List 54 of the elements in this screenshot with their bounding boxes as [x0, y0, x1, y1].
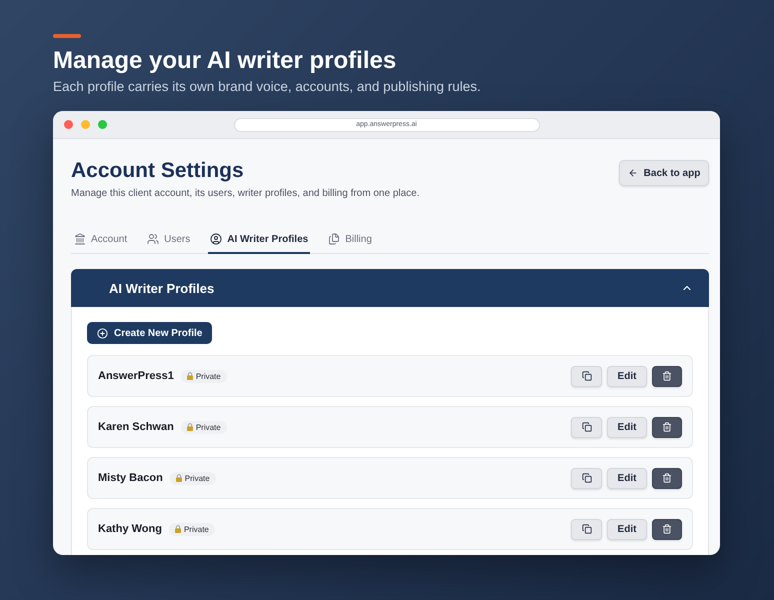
edit-button[interactable]: Edit: [607, 468, 647, 488]
minimize-dot-icon[interactable]: [81, 120, 90, 129]
edit-button[interactable]: Edit: [607, 366, 647, 386]
delete-button[interactable]: [652, 468, 682, 488]
trash-icon: [662, 473, 672, 483]
badge-label: Private: [196, 422, 221, 432]
trash-icon: [662, 422, 672, 432]
bank-icon: [74, 233, 86, 245]
delete-button[interactable]: [652, 518, 682, 540]
tab[interactable]: Billing: [326, 226, 374, 254]
accent-bar: [53, 34, 81, 38]
tab[interactable]: AI Writer Profiles: [208, 226, 310, 254]
panel-title: AI Writer Profiles: [109, 280, 214, 296]
copy-icon: [582, 371, 592, 381]
copy-button[interactable]: [571, 366, 602, 386]
profile-name: AnswerPress1: [98, 370, 174, 382]
delete-button[interactable]: [652, 366, 682, 386]
trash-icon: [662, 524, 672, 534]
copy-icon: [582, 473, 592, 483]
maximize-dot-icon[interactable]: [98, 120, 107, 129]
back-arrow-icon: [628, 168, 638, 178]
subheadline: Each profile carries its own brand voice, accounts, and publishing rules.: [53, 78, 482, 95]
plus-circle-icon: [97, 328, 108, 338]
trash-icon: [662, 371, 672, 381]
panel-header[interactable]: AI Writer Profiles: [71, 269, 709, 307]
lock-icon: [186, 423, 193, 431]
close-dot-icon[interactable]: [64, 120, 73, 129]
edit-button[interactable]: Edit: [607, 416, 647, 438]
badge-label: Private: [196, 372, 221, 380]
profile-name: Kathy Wong: [98, 523, 162, 535]
edit-button[interactable]: Edit: [607, 518, 647, 540]
copy-button[interactable]: [571, 416, 602, 438]
copy-button[interactable]: [571, 468, 602, 488]
lock-icon: [176, 474, 182, 482]
profile-name: Karen Schwan: [98, 421, 174, 433]
copy-icon: [582, 422, 592, 432]
lock-icon: [174, 525, 181, 533]
back-button[interactable]: Back to app: [619, 160, 709, 186]
headline: Manage your AI writer profiles: [53, 47, 398, 75]
user-circle-icon: [210, 233, 222, 245]
copy-icon: [582, 524, 592, 534]
delete-button[interactable]: [652, 416, 682, 438]
badge-label: Private: [184, 474, 210, 482]
copy-button[interactable]: [571, 518, 602, 540]
page-title: Account Settings: [71, 158, 245, 184]
lock-icon: [186, 372, 193, 380]
tab[interactable]: Users: [145, 226, 192, 254]
users-icon: [147, 233, 160, 245]
create-profile-button[interactable]: Create New Profile: [87, 322, 212, 344]
tab[interactable]: Account: [72, 226, 130, 254]
page-description: Manage this client account, its users, writer profiles, and billing from one place.: [71, 187, 420, 201]
profile-name: Misty Bacon: [98, 472, 163, 484]
badge-label: Private: [184, 524, 209, 534]
documents-icon: [328, 233, 340, 245]
